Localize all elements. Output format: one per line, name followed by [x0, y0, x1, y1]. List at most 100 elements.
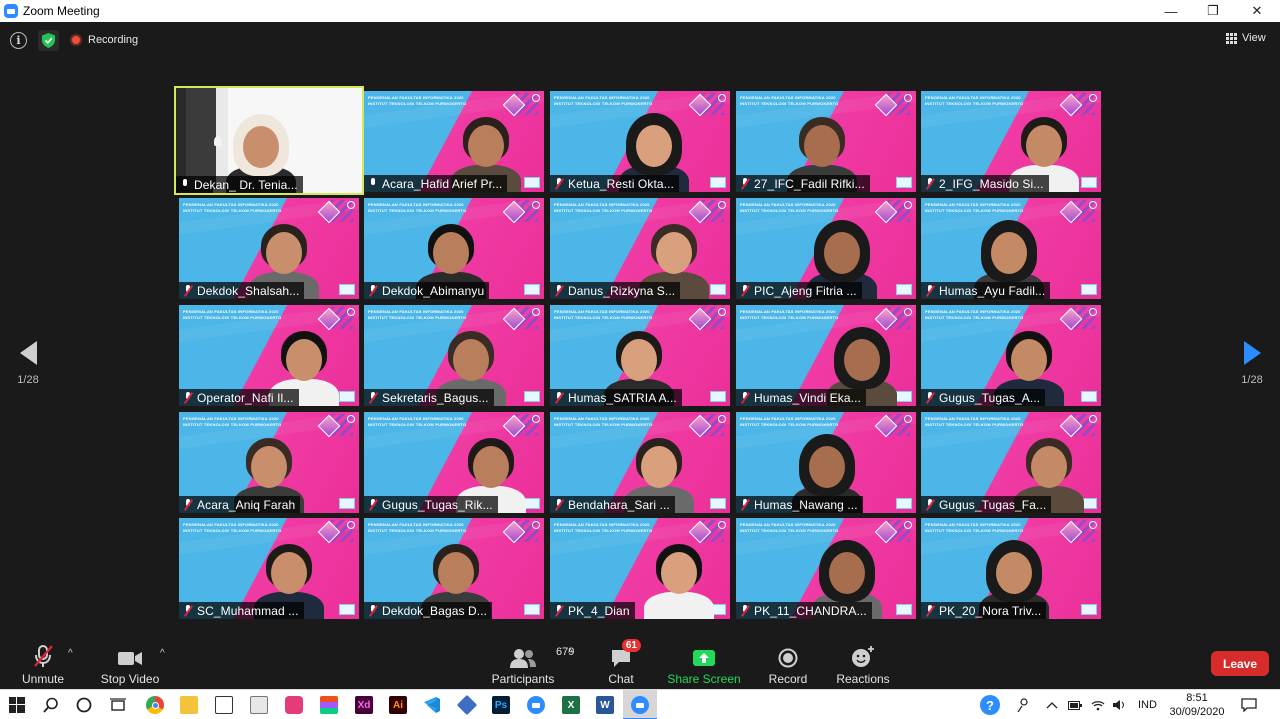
participant-tile[interactable]: PENGENALAN FAKULTAS INFORMATIKA 2020 INST… [179, 305, 359, 406]
participant-tile[interactable]: PENGENALAN FAKULTAS INFORMATIKA 2020 INST… [736, 412, 916, 513]
participant-name-bar: Gugus_Tugas_A... [921, 389, 1046, 406]
wifi-icon[interactable] [1091, 690, 1105, 719]
app-icon[interactable] [285, 696, 303, 714]
notifications-icon[interactable] [1241, 690, 1257, 719]
participant-name-bar: PIC_Ajeng Fitria ... [736, 282, 862, 299]
muted-mic-icon [925, 178, 935, 189]
next-page-button[interactable]: 1/28 [1237, 341, 1267, 391]
zoom-logo-icon [4, 4, 18, 18]
recording-indicator[interactable]: Recording [70, 31, 138, 49]
view-button[interactable]: View [1226, 32, 1266, 44]
people-icon[interactable] [1016, 690, 1030, 719]
participant-tile[interactable]: PENGENALAN FAKULTAS INFORMATIKA 2020 INST… [921, 305, 1101, 406]
unmute-button[interactable]: Unmute [20, 644, 66, 686]
participant-name: Bendahara_Sari ... [568, 497, 670, 512]
participant-name-bar: Danus_Rizkyna S... [550, 282, 681, 299]
participant-name: Dekan_ Dr. Tenia... [194, 177, 298, 192]
microphone-icon [368, 178, 378, 189]
previous-page-button[interactable]: 1/28 [13, 341, 43, 391]
restore-button[interactable]: ❐ [1192, 0, 1234, 22]
windows-start-icon[interactable] [8, 696, 26, 714]
chrome-icon[interactable] [146, 696, 164, 714]
participant-tile[interactable]: PENGENALAN FAKULTAS INFORMATIKA 2020 INST… [364, 518, 544, 619]
figma-icon[interactable] [320, 696, 338, 714]
participant-tile[interactable]: Dekan_ Dr. Tenia... [174, 86, 364, 195]
store-icon[interactable] [215, 696, 233, 714]
participant-tile[interactable]: PENGENALAN FAKULTAS INFORMATIKA 2020 INST… [550, 305, 730, 406]
participant-tile[interactable]: PENGENALAN FAKULTAS INFORMATIKA 2020 INST… [550, 518, 730, 619]
battery-icon[interactable] [1068, 690, 1082, 719]
participant-tile[interactable]: PENGENALAN FAKULTAS INFORMATIKA 2020 INST… [921, 198, 1101, 299]
help-icon[interactable]: ? [980, 690, 1000, 719]
participant-tile[interactable]: PENGENALAN FAKULTAS INFORMATIKA 2020 INST… [364, 412, 544, 513]
reactions-button[interactable]: Reactions [836, 644, 890, 686]
clock-time: 8:51 [1186, 692, 1208, 704]
illustrator-icon[interactable]: Ai [389, 696, 407, 714]
participant-tile[interactable]: PENGENALAN FAKULTAS INFORMATIKA 2020 INST… [921, 412, 1101, 513]
xd-icon[interactable]: Xd [355, 696, 373, 714]
participant-tile[interactable]: PENGENALAN FAKULTAS INFORMATIKA 2020 INST… [736, 305, 916, 406]
minimize-button[interactable]: — [1150, 0, 1192, 22]
muted-mic-icon [183, 285, 193, 296]
participant-tile[interactable]: PENGENALAN FAKULTAS INFORMATIKA 2020 INST… [179, 412, 359, 513]
meeting-info-icon[interactable]: i [10, 32, 27, 49]
participant-name-bar: Ketua_Resti Okta... [550, 175, 679, 192]
video-camera-icon [117, 644, 143, 668]
taskbar-clock[interactable]: 8:51 30/09/2020 [1168, 691, 1226, 719]
share-screen-button[interactable]: Share Screen [667, 644, 741, 686]
participant-name: Dekdok_Bagas D... [382, 603, 488, 618]
windows-taskbar: Xd Ai Ps X W ? IND 8:51 30/09/2020 [0, 689, 1280, 719]
record-button[interactable]: Record [768, 644, 808, 686]
participant-tile[interactable]: PENGENALAN FAKULTAS INFORMATIKA 2020 INST… [736, 518, 916, 619]
language-indicator[interactable]: IND [1138, 690, 1157, 719]
stop-video-button[interactable]: Stop Video [100, 644, 160, 686]
participant-tile[interactable]: PENGENALAN FAKULTAS INFORMATIKA 2020 INST… [550, 91, 730, 192]
file-explorer-icon[interactable] [180, 696, 198, 714]
search-icon[interactable] [42, 696, 60, 714]
participant-tile[interactable]: PENGENALAN FAKULTAS INFORMATIKA 2020 INST… [921, 518, 1101, 619]
participants-button[interactable]: 679 Participants [490, 644, 575, 686]
muted-mic-icon [368, 392, 378, 403]
participant-tile[interactable]: PENGENALAN FAKULTAS INFORMATIKA 2020 INST… [550, 198, 730, 299]
participant-name: Gugus_Tugas_Rik... [382, 497, 493, 512]
participant-name: Operator_Nafi Il... [197, 390, 294, 405]
reactions-label: Reactions [836, 672, 890, 686]
word-icon[interactable]: W [596, 696, 614, 714]
unmute-label: Unmute [21, 672, 65, 686]
participant-tile[interactable]: PENGENALAN FAKULTAS INFORMATIKA 2020 INST… [364, 305, 544, 406]
participant-tile[interactable]: PENGENALAN FAKULTAS INFORMATIKA 2020 INST… [921, 91, 1101, 192]
participant-tile[interactable]: PENGENALAN FAKULTAS INFORMATIKA 2020 INST… [179, 198, 359, 299]
participant-name: 27_IFC_Fadil Rifki... [754, 176, 865, 191]
virtualbox-icon[interactable] [456, 694, 478, 716]
participant-tile[interactable]: PENGENALAN FAKULTAS INFORMATIKA 2020 INST… [550, 412, 730, 513]
participant-name-bar: Humas_Vindi Eka... [736, 389, 866, 406]
vscode-icon[interactable] [423, 696, 441, 714]
smiley-plus-icon [851, 644, 875, 668]
arrow-left-icon [19, 341, 37, 365]
participant-tile[interactable]: PENGENALAN FAKULTAS INFORMATIKA 2020 INST… [736, 91, 916, 192]
volume-icon[interactable] [1112, 690, 1126, 719]
participant-name: Humas_SATRIA A... [568, 390, 677, 405]
muted-microphone-icon [30, 644, 56, 668]
participant-tile[interactable]: PENGENALAN FAKULTAS INFORMATIKA 2020 INST… [364, 198, 544, 299]
muted-mic-icon [368, 499, 378, 510]
zoom-icon[interactable] [527, 696, 545, 714]
photoshop-icon[interactable]: Ps [492, 696, 510, 714]
task-view-icon[interactable] [109, 696, 127, 714]
close-button[interactable]: ✕ [1236, 0, 1278, 22]
participant-tile[interactable]: PENGENALAN FAKULTAS INFORMATIKA 2020 INST… [364, 91, 544, 192]
zoom-active-task[interactable] [623, 690, 657, 719]
video-options-caret[interactable]: ^ [160, 648, 165, 659]
participants-options-caret[interactable]: ^ [568, 648, 573, 659]
chat-button[interactable]: 61 Chat [606, 639, 641, 686]
participant-tile[interactable]: PENGENALAN FAKULTAS INFORMATIKA 2020 INST… [179, 518, 359, 619]
notepad-icon[interactable] [250, 696, 268, 714]
excel-icon[interactable]: X [562, 696, 580, 714]
cortana-icon[interactable] [75, 696, 93, 714]
participant-tile[interactable]: PENGENALAN FAKULTAS INFORMATIKA 2020 INST… [736, 198, 916, 299]
security-shield-icon[interactable] [38, 30, 59, 51]
show-hidden-icons-icon[interactable] [1046, 690, 1058, 719]
audio-options-caret[interactable]: ^ [68, 648, 73, 659]
leave-button[interactable]: Leave [1211, 651, 1269, 676]
participant-name: PK_11_CHANDRA... [754, 603, 867, 618]
